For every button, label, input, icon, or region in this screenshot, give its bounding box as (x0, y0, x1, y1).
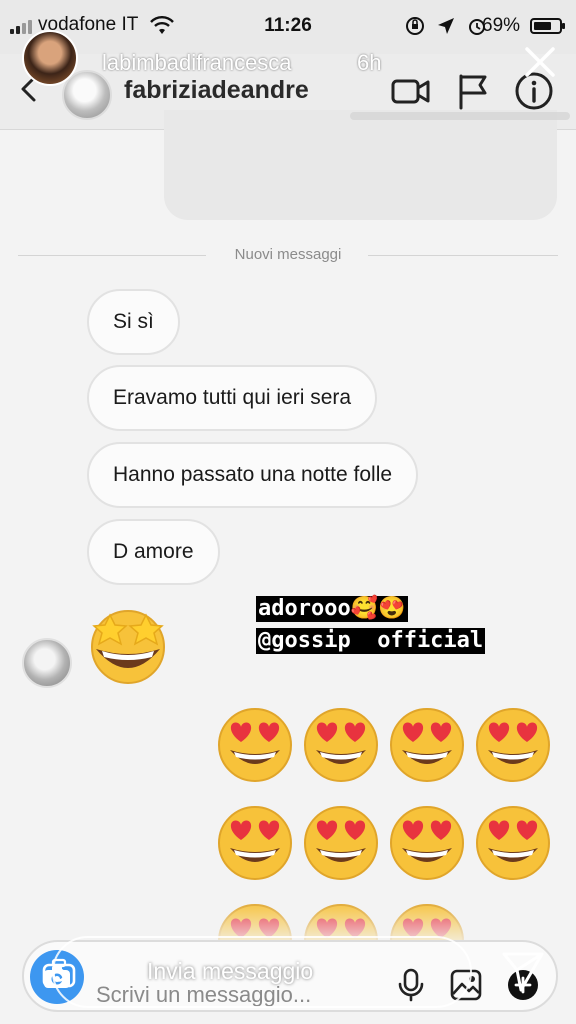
story-reply-placeholder[interactable]: Invia messaggio (147, 958, 313, 985)
divider-label: Nuovi messaggi (234, 246, 342, 263)
star-struck-emoji[interactable] (86, 603, 170, 687)
close-icon[interactable] (522, 44, 558, 80)
message-bubble[interactable]: Hanno passato una notte folle (87, 442, 419, 508)
battery-icon (530, 18, 565, 34)
heart-eyes-emoji (304, 708, 378, 782)
battery-percent: 69% (482, 15, 521, 36)
message-bubble[interactable]: Si sì (87, 289, 180, 355)
heart-eyes-emoji (476, 708, 550, 782)
heart-eyes-emoji (218, 708, 292, 782)
story-avatar[interactable] (22, 30, 78, 86)
story-mention[interactable]: @gossip official (256, 628, 486, 654)
message-text: Eravamo tutti qui ieri sera (113, 386, 352, 409)
story-camera-icon[interactable] (42, 958, 76, 988)
message-text: Hanno passato una notte folle (113, 463, 393, 486)
story-username[interactable]: labimbadifrancesca (102, 50, 292, 76)
story-time: 6h (357, 50, 382, 75)
message-text: Si sì (113, 310, 154, 333)
flag-icon[interactable] (453, 70, 495, 112)
heart-eyes-emoji (476, 806, 550, 880)
story-caption: adorooo🥰😍 (256, 596, 408, 622)
rotation-lock-icon (406, 17, 424, 35)
sender-avatar[interactable] (22, 638, 72, 688)
heart-eyes-emoji (390, 806, 464, 880)
new-messages-divider: Nuovi messaggi (18, 246, 558, 266)
heart-eyes-emoji (218, 806, 292, 880)
message-text: D amore (113, 540, 194, 563)
chat-username[interactable]: fabriziadeandre (124, 76, 309, 105)
video-call-icon[interactable] (390, 70, 432, 112)
heart-eyes-emoji (390, 708, 464, 782)
heart-eyes-emoji (304, 806, 378, 880)
previous-message-bubble (164, 110, 570, 220)
location-icon (438, 18, 454, 34)
message-bubble[interactable]: D amore (87, 519, 220, 585)
status-bar: vodafone IT 11:26 69% (0, 0, 576, 54)
send-icon[interactable] (500, 948, 546, 994)
message-bubble[interactable]: Eravamo tutti qui ieri sera (87, 365, 378, 431)
